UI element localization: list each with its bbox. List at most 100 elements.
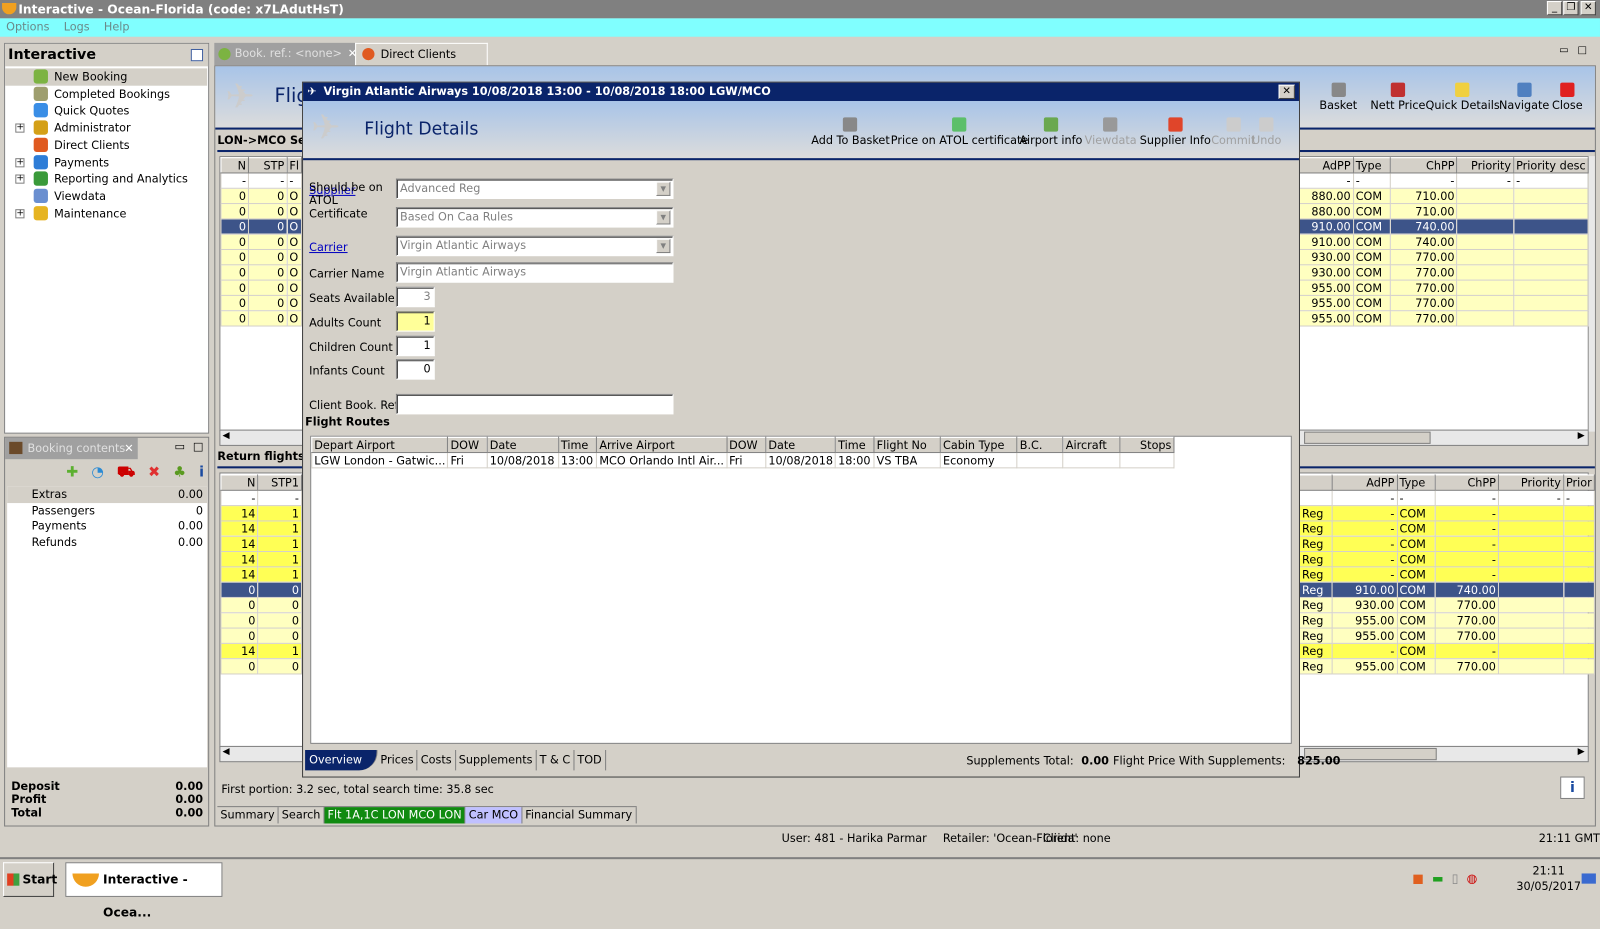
column-header[interactable]: Depart Airport <box>311 436 449 454</box>
adults-field[interactable]: 1 <box>395 311 435 332</box>
table-row[interactable]: 00O <box>220 218 303 235</box>
infants-field[interactable]: 0 <box>395 359 435 380</box>
tab-costs[interactable]: Costs <box>418 749 456 771</box>
table-row[interactable]: 00O <box>220 310 303 327</box>
tab-t-c[interactable]: T & C <box>537 749 575 771</box>
basket-button[interactable]: Basket <box>1319 82 1357 112</box>
table-row[interactable]: 00 <box>220 581 303 598</box>
column-header[interactable]: ChPP <box>1389 157 1458 174</box>
column-header[interactable]: Type <box>1396 474 1437 491</box>
table-row[interactable]: Reg 955.00 COM 770.00 <box>1298 627 1595 644</box>
add-to-basket-button[interactable]: Add To Basket <box>811 117 890 147</box>
booking-content-row[interactable]: Passengers 0 <box>7 503 207 519</box>
bottom-tab-summary[interactable]: Summary <box>217 807 279 824</box>
sidebar-item-reporting-and-analytics[interactable]: + Reporting and Analytics <box>5 171 207 188</box>
chevron-down-icon[interactable]: ▼ <box>656 238 671 254</box>
chevron-down-icon[interactable]: ▼ <box>656 181 671 196</box>
expand-icon[interactable]: + <box>15 157 25 167</box>
table-row[interactable]: 880.00 COM 710.00 <box>1298 187 1589 205</box>
column-header[interactable]: Type <box>1352 157 1392 174</box>
price-on-atol-certificate-button[interactable]: Price on ATOL certificate <box>891 117 1028 147</box>
table-row[interactable]: 14 1 <box>220 566 303 583</box>
table-row[interactable]: Reg - COM - <box>1298 551 1595 568</box>
maximize-doc-button[interactable]: □ <box>1578 45 1588 56</box>
booking-contents-tab[interactable]: Booking contents ✕ <box>5 437 138 460</box>
seats-field[interactable]: 3 <box>395 286 435 308</box>
column-header[interactable]: Date <box>765 436 837 454</box>
column-header[interactable]: B.C. <box>1016 436 1064 454</box>
table-row[interactable]: Reg - COM - <box>1298 505 1595 522</box>
column-header[interactable]: Fl <box>286 157 303 174</box>
tab-direct-clients-search[interactable]: Direct Clients Search <box>355 42 488 84</box>
info-icon[interactable]: i <box>199 464 204 484</box>
table-row[interactable]: 00O <box>220 248 303 266</box>
table-row[interactable]: 930.00 COM 770.00 <box>1298 248 1589 266</box>
column-header[interactable]: AdPP <box>1298 157 1354 174</box>
column-header[interactable]: Arrive Airport <box>596 436 728 454</box>
close-button[interactable]: Close <box>1552 82 1583 112</box>
table-row[interactable]: 14 1 <box>220 642 303 660</box>
expand-icon[interactable]: + <box>15 208 25 218</box>
table-row[interactable]: ----- <box>1298 172 1589 189</box>
show-desktop-icon[interactable] <box>1581 873 1596 884</box>
table-row[interactable]: 910.00 COM 740.00 <box>1298 233 1589 250</box>
booking-content-row[interactable]: Extras 0.00 <box>7 486 208 504</box>
column-header[interactable]: DOW <box>726 436 767 454</box>
navigate-button[interactable]: Navigate <box>1499 82 1549 112</box>
table-row[interactable]: 955.00 COM 770.00 <box>1298 294 1589 312</box>
add-icon[interactable]: ✚ <box>66 464 78 484</box>
table-row[interactable]: -- <box>220 489 303 507</box>
table-row[interactable]: Reg - COM - <box>1298 535 1595 553</box>
table-row[interactable]: 955.00 COM 770.00 <box>1298 279 1589 296</box>
table-row[interactable]: 00O <box>220 279 303 296</box>
tab-tod[interactable]: TOD <box>574 749 606 771</box>
maximize-panel-button[interactable]: □ <box>193 440 204 453</box>
bottom-tab-flt-1a-1c-lon-mco-lon[interactable]: Flt 1A,1C LON MCO LON <box>324 807 466 824</box>
table-row[interactable]: 955.00 COM 770.00 <box>1298 310 1589 327</box>
tray-icons[interactable]: ■▬▯◍ <box>1412 871 1485 885</box>
sidebar-item-direct-clients[interactable]: Direct Clients <box>5 137 207 154</box>
column-header[interactable]: ChPP <box>1435 474 1499 491</box>
carrier-name-field[interactable]: Virgin Atlantic Airways <box>395 262 674 283</box>
minimize-panel-button[interactable]: ▭ <box>174 440 185 453</box>
sidebar-item-quick-quotes[interactable]: Quick Quotes <box>5 102 207 119</box>
chevron-down-icon[interactable]: ▼ <box>656 210 671 225</box>
column-header[interactable]: STP1 <box>257 474 303 491</box>
menu-help[interactable]: Help <box>104 20 130 33</box>
collapse-panel-button[interactable] <box>190 48 204 62</box>
sidebar-item-maintenance[interactable]: + Maintenance <box>5 205 207 222</box>
tab-overview[interactable]: Overview <box>305 749 378 771</box>
tab-prices[interactable]: Prices <box>377 749 418 771</box>
restore-button[interactable]: ❐ <box>1563 1 1579 16</box>
close-icon[interactable]: ✕ <box>124 438 133 459</box>
column-header[interactable]: Aircraft <box>1062 436 1121 454</box>
table-row[interactable]: 00 <box>220 658 303 675</box>
delete-icon[interactable]: ✖ <box>148 464 160 484</box>
supplier-field[interactable]: Advanced Reg ▼ <box>395 178 674 199</box>
table-row[interactable]: 930.00 COM 770.00 <box>1298 264 1589 281</box>
column-header[interactable]: AdPP <box>1331 474 1398 491</box>
table-row[interactable]: 00O <box>220 233 303 250</box>
table-row[interactable]: Reg - COM - <box>1298 520 1595 537</box>
table-row[interactable]: 00 <box>220 612 303 629</box>
undo-button[interactable]: Undo <box>1252 117 1281 147</box>
quick-details-button[interactable]: Quick Details <box>1425 82 1500 112</box>
expand-icon[interactable]: + <box>15 174 25 184</box>
close-window-button[interactable]: ✕ <box>1580 1 1596 16</box>
table-row[interactable]: 14 1 <box>220 520 303 537</box>
table-row[interactable]: --- <box>220 172 303 189</box>
atol-field[interactable]: Based On Caa Rules ▼ <box>395 207 674 228</box>
nett-price-button[interactable]: Nett Price <box>1370 82 1425 112</box>
tab-booking[interactable]: Book. ref.: <none> ✕ <box>214 42 364 66</box>
table-row[interactable]: 00 <box>220 627 303 644</box>
viewdata-button[interactable]: Viewdata <box>1085 117 1137 147</box>
sidebar-item-administrator[interactable]: + Administrator <box>5 119 207 136</box>
column-header[interactable]: Time <box>835 436 875 454</box>
table-row[interactable]: 00O <box>220 203 303 220</box>
column-header[interactable]: Stops <box>1119 436 1175 454</box>
column-header[interactable]: Prior <box>1562 474 1595 491</box>
client-ref-field[interactable] <box>395 393 674 415</box>
column-header[interactable]: Flight No <box>873 436 941 454</box>
column-header[interactable]: Priority <box>1456 157 1515 174</box>
booking-content-row[interactable]: Refunds 0.00 <box>7 535 207 551</box>
